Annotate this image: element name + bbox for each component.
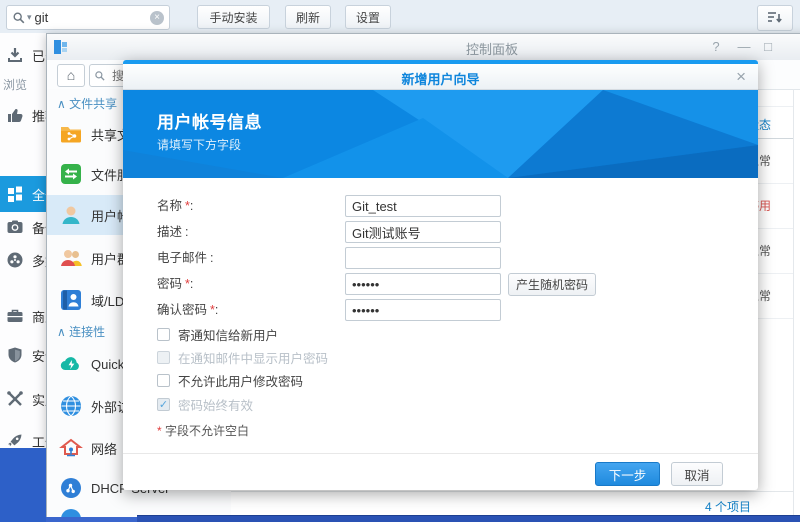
screen: ▾ git × 手动安装 刷新 设置 已安装 浏览 推荐 全	[0, 0, 800, 522]
package-search-input[interactable]: ▾ git ×	[6, 5, 170, 30]
user-icon	[59, 203, 83, 227]
search-icon	[12, 11, 26, 25]
name-field[interactable]	[345, 195, 501, 217]
item-count: 4 个项目	[705, 498, 751, 515]
dialog-title: 新增用户向导	[123, 69, 758, 88]
checkbox-label: 不允许此用户修改密码	[178, 371, 303, 390]
checkbox-checked: ✓	[157, 398, 170, 411]
briefcase-icon	[5, 306, 25, 326]
domain-ldap-icon	[59, 288, 83, 312]
globe-icon	[59, 394, 83, 418]
search-value[interactable]: git	[35, 10, 150, 25]
sort-descending-icon	[767, 11, 783, 25]
file-service-icon	[59, 162, 83, 186]
collapse-icon: ∧	[57, 97, 66, 111]
generate-random-password-button[interactable]: 产生随机密码	[508, 273, 596, 296]
control-panel-titlebar[interactable]: 控制面板 ? — □	[47, 34, 800, 61]
desktop-background	[0, 448, 46, 522]
refresh-button[interactable]: 刷新	[285, 5, 331, 29]
tools-icon	[5, 389, 25, 409]
section-label: 文件共享	[69, 97, 117, 111]
checkbox-label: 在通知邮件中显示用户密码	[178, 348, 328, 367]
film-reel-icon	[5, 250, 25, 270]
checkbox-label: 寄通知信给新用户	[178, 325, 278, 344]
sidebar-section-connectivity[interactable]: ∧ 连接性	[57, 323, 105, 340]
grid-icon	[5, 184, 25, 204]
package-center-toolbar: ▾ git × 手动安装 刷新 设置	[0, 0, 800, 33]
dialog-titlebar[interactable]: 新增用户向导 ×	[123, 64, 758, 90]
next-button[interactable]: 下一步	[595, 462, 660, 486]
required-footnote: * 字段不允许空白	[157, 422, 249, 439]
field-label: 密码*:	[157, 273, 193, 295]
collapse-icon: ∧	[57, 325, 66, 339]
field-label: 描述:	[157, 221, 189, 243]
checkbox[interactable]	[157, 328, 170, 341]
search-icon	[94, 70, 106, 82]
password-field[interactable]	[345, 273, 501, 295]
desktop-strip-navy	[137, 515, 800, 522]
confirm-password-field[interactable]	[345, 299, 501, 321]
description-field[interactable]	[345, 221, 501, 243]
clear-search-icon[interactable]: ×	[150, 11, 164, 25]
sidebar-section-browse: 浏览	[3, 76, 27, 93]
shield-icon	[5, 345, 25, 365]
wizard-banner: 用户帐号信息 请填写下方字段	[123, 90, 758, 178]
section-label: 连接性	[69, 325, 105, 339]
checkbox-label: 密码始终有效	[178, 395, 253, 414]
field-label: 名称*:	[157, 195, 193, 217]
checkbox-row-notify-user: 寄通知信给新用户	[157, 327, 278, 342]
email-field[interactable]	[345, 247, 501, 269]
add-user-wizard-dialog: 新增用户向导 × 用户帐号信息 请填写下方字段 名称*: 描述:	[123, 60, 758, 490]
settings-button[interactable]: 设置	[345, 5, 391, 29]
dialog-footer: 下一步 取消	[123, 453, 758, 490]
banner-heading: 用户帐号信息	[157, 108, 262, 133]
sort-button[interactable]	[757, 5, 793, 31]
checkbox-row-password-never-expires: ✓ 密码始终有效	[157, 397, 253, 412]
cloud-bolt-icon	[59, 352, 83, 376]
dhcp-network-icon	[59, 476, 83, 500]
banner-subheading: 请填写下方字段	[157, 136, 241, 153]
field-label: 确认密码*:	[157, 299, 218, 321]
thumbs-up-icon	[5, 105, 25, 125]
network-house-icon	[59, 436, 83, 460]
banner-polygon-art	[123, 90, 758, 178]
desktop-strip-light	[46, 517, 137, 522]
download-icon	[5, 45, 25, 65]
cancel-button[interactable]: 取消	[671, 462, 723, 486]
minimize-icon[interactable]: —	[735, 39, 753, 54]
checkbox[interactable]	[157, 374, 170, 387]
checkbox-row-disallow-password-change: 不允许此用户修改密码	[157, 373, 303, 388]
window-app-icon	[53, 39, 69, 60]
home-button[interactable]: ⌂	[57, 64, 85, 87]
close-icon[interactable]: ×	[736, 67, 746, 87]
help-icon[interactable]: ?	[707, 39, 725, 54]
sidebar-section-file-sharing[interactable]: ∧ 文件共享	[57, 95, 117, 112]
camera-icon	[5, 217, 25, 237]
shared-folder-icon	[59, 122, 83, 146]
checkbox	[157, 351, 170, 364]
maximize-icon[interactable]: □	[759, 39, 777, 54]
checkbox-row-show-password-in-email: 在通知邮件中显示用户密码	[157, 350, 328, 365]
users-group-icon	[59, 246, 83, 270]
field-label: 电子邮件:	[157, 247, 214, 269]
sidebar-item-label: 网络	[91, 439, 117, 458]
manual-install-button[interactable]: 手动安装	[197, 5, 270, 29]
search-scope-caret-icon[interactable]: ▾	[27, 12, 32, 23]
window-title: 控制面板	[437, 39, 547, 58]
